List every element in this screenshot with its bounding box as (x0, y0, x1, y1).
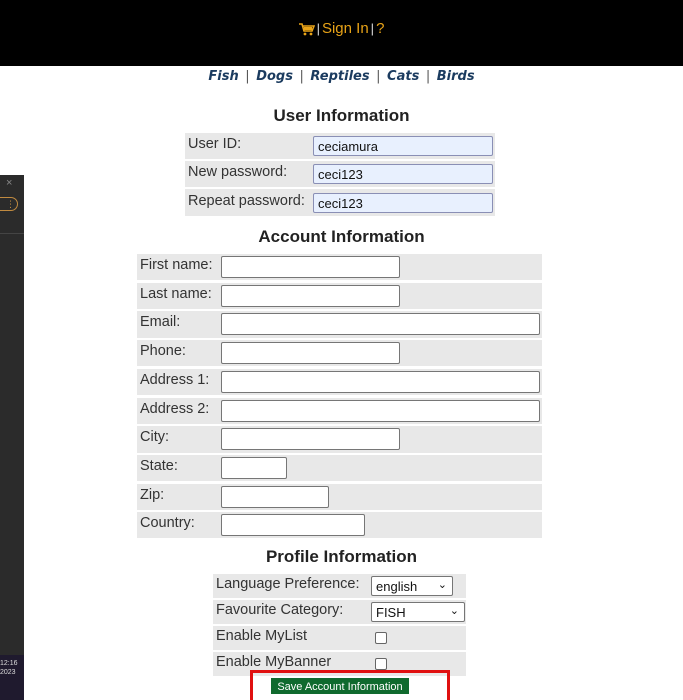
save-account-information-button[interactable]: Save Account Information (271, 678, 409, 694)
more-options-icon[interactable]: ⋮ (0, 197, 18, 211)
quicklink-birds[interactable]: Birds (437, 69, 475, 84)
state-row (137, 455, 542, 481)
mylist-label: Enable MyList (216, 628, 308, 644)
language-select[interactable]: english ⌄ (371, 576, 453, 596)
quicklink-cats[interactable]: Cats (387, 69, 419, 84)
country-label: Country: (140, 515, 195, 531)
language-label: Language Preference: (216, 576, 360, 592)
repeat-password-label: Repeat password: (188, 193, 305, 209)
clock-time: 12:16 (0, 660, 18, 667)
top-menu: | Sign In |? (0, 20, 683, 40)
chevron-down-icon: ⌄ (449, 605, 459, 617)
quicklink-reptiles[interactable]: Reptiles (310, 69, 369, 84)
top-bar: | Sign In |? (0, 0, 683, 66)
clock: 12:16 2023 (0, 659, 18, 677)
account-information-heading: Account Information (258, 227, 425, 246)
enable-mybanner-checkbox[interactable] (375, 658, 387, 670)
new-password-input[interactable] (313, 164, 493, 184)
zip-label: Zip: (140, 487, 165, 503)
first-name-label: First name: (140, 257, 213, 273)
sign-in-link[interactable]: Sign In (322, 20, 369, 37)
chevron-down-icon: ⌄ (437, 579, 447, 591)
cart-icon[interactable] (298, 23, 315, 40)
address1-label: Address 1: (140, 372, 210, 388)
address2-input[interactable] (221, 400, 540, 422)
first-name-input[interactable] (221, 256, 400, 278)
quicklink-fish[interactable]: Fish (208, 69, 238, 84)
category-quicklinks: Fish | Dogs | Reptiles | Cats | Birds (0, 69, 683, 84)
email-label: Email: (140, 314, 181, 330)
user-information-heading: User Information (273, 106, 410, 125)
zip-row (137, 484, 542, 510)
category-select[interactable]: FISH ⌄ (371, 602, 465, 622)
background-window-edge: × ⋮ 12:16 2023 (0, 175, 24, 700)
quicklink-dogs[interactable]: Dogs (256, 69, 293, 84)
user-id-label: User ID: (188, 136, 242, 152)
state-input[interactable] (221, 457, 287, 479)
zip-input[interactable] (221, 486, 329, 508)
country-input[interactable] (221, 514, 365, 536)
language-selected-value: english (376, 579, 418, 594)
user-id-input[interactable] (313, 136, 493, 156)
quicklink-separator: | (425, 69, 431, 84)
menu-separator: | (370, 21, 375, 36)
address2-label: Address 2: (140, 401, 210, 417)
help-link[interactable]: ? (376, 20, 384, 37)
city-input[interactable] (221, 428, 400, 450)
repeat-password-input[interactable] (313, 193, 493, 213)
quicklink-separator: | (245, 69, 250, 84)
last-name-input[interactable] (221, 285, 400, 307)
profile-information-heading: Profile Information (265, 547, 418, 566)
last-name-label: Last name: (140, 286, 212, 302)
quicklink-separator: | (299, 69, 304, 84)
clock-year: 2023 (0, 669, 16, 676)
address1-input[interactable] (221, 371, 540, 393)
close-icon[interactable]: × (6, 177, 12, 189)
category-selected-value: FISH (376, 605, 406, 620)
city-label: City: (140, 429, 169, 445)
phone-label: Phone: (140, 343, 186, 359)
category-label: Favourite Category: (216, 602, 344, 618)
enable-mylist-checkbox[interactable] (375, 632, 387, 644)
email-input[interactable] (221, 313, 540, 335)
new-password-label: New password: (188, 164, 288, 180)
menu-separator: | (316, 21, 320, 36)
quicklink-separator: | (376, 69, 381, 84)
phone-input[interactable] (221, 342, 400, 364)
mybanner-label: Enable MyBanner (216, 654, 332, 670)
state-label: State: (140, 458, 178, 474)
